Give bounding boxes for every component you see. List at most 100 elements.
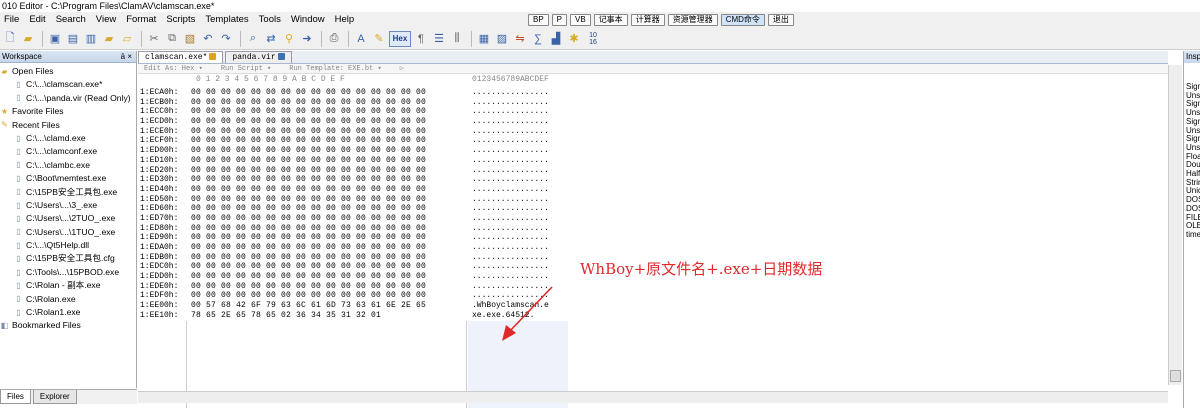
hex-row-bytes[interactable]: 00 00 00 00 00 00 00 00 00 00 00 00 00 0… <box>191 117 426 127</box>
hex-row-ascii[interactable]: ................ <box>472 146 549 156</box>
close-file-icon[interactable]: ▱ <box>119 31 135 47</box>
hex-row-ascii[interactable]: ................ <box>472 204 549 214</box>
find-in-files-icon[interactable]: ⚲ <box>281 31 297 47</box>
hex-row-ascii[interactable]: ................ <box>472 156 549 166</box>
hex-row[interactable]: 1:EE00h: 00 57 68 42 6F 79 63 6C 61 6D 73… <box>138 301 1168 311</box>
tree-group-open-files[interactable]: ▰ Open Files <box>0 65 136 78</box>
hex-row-bytes[interactable]: 00 00 00 00 00 00 00 00 00 00 00 00 00 0… <box>191 195 426 205</box>
hex-row-bytes[interactable]: 00 00 00 00 00 00 00 00 00 00 00 00 00 0… <box>191 262 426 272</box>
font-icon[interactable]: A <box>353 31 369 47</box>
save-as-icon[interactable]: ▤ <box>65 31 81 47</box>
quick-button[interactable]: 资源管理器 <box>667 14 718 26</box>
tree-item-recent-file[interactable]: ▯ C:\Tools\...\15PBOD.exe <box>0 266 136 279</box>
find-icon[interactable]: ⌕ <box>245 31 261 47</box>
tab-files[interactable]: Files <box>0 390 31 404</box>
hex-rows[interactable]: 1:ECA0h: 00 00 00 00 00 00 00 00 00 00 00… <box>138 88 1168 321</box>
hex-row-bytes[interactable]: 00 00 00 00 00 00 00 00 00 00 00 00 00 0… <box>191 243 426 253</box>
run-script-dropdown[interactable]: Run Script ▾ <box>221 64 271 73</box>
hex-row-bytes[interactable]: 00 57 68 42 6F 79 63 6C 61 6D 73 63 61 6… <box>191 301 426 311</box>
menu-edit[interactable]: Edit <box>25 12 51 28</box>
script-icon[interactable]: ✱ <box>566 31 582 47</box>
print-icon[interactable]: ⎙ <box>326 31 342 47</box>
hex-row-ascii[interactable]: ................ <box>472 127 549 137</box>
hex-row-bytes[interactable]: 00 00 00 00 00 00 00 00 00 00 00 00 00 0… <box>191 272 426 282</box>
hex-row-ascii[interactable]: ................ <box>472 107 549 117</box>
hex-row[interactable]: 1:ED00h: 00 00 00 00 00 00 00 00 00 00 00… <box>138 146 1168 156</box>
compare-icon[interactable]: ⇋ <box>512 31 528 47</box>
hex-row-bytes[interactable]: 00 00 00 00 00 00 00 00 00 00 00 00 00 0… <box>191 175 426 185</box>
quick-button[interactable]: BP <box>528 14 549 26</box>
tree-item-recent-file[interactable]: ▯ C:\Users\...\2TUO_.exe <box>0 212 136 225</box>
quick-button[interactable]: 记事本 <box>593 14 628 26</box>
hex-row-ascii[interactable]: ................ <box>472 272 549 282</box>
hex-row[interactable]: 1:ECC0h: 00 00 00 00 00 00 00 00 00 00 00… <box>138 107 1168 118</box>
hex-row-bytes[interactable]: 00 00 00 00 00 00 00 00 00 00 00 00 00 0… <box>191 204 426 214</box>
undo-icon[interactable]: ↶ <box>200 31 216 47</box>
hex-row[interactable]: 1:EDA0h: 00 00 00 00 00 00 00 00 00 00 00… <box>138 243 1168 253</box>
file-tab-clamscan[interactable]: clamscan.exe* <box>138 51 224 63</box>
histogram-icon[interactable]: ▟ <box>548 31 564 47</box>
hex-row[interactable]: 1:ED10h: 00 00 00 00 00 00 00 00 00 00 00… <box>138 155 1168 166</box>
cut-icon[interactable]: ✂ <box>146 31 162 47</box>
vertical-scrollbar[interactable] <box>1168 65 1182 385</box>
quick-button[interactable]: 退出 <box>767 14 794 26</box>
tree-item-recent-file[interactable]: ▯ C:\Users\...\1TUO_.exe <box>0 226 136 239</box>
tree-item-open-file[interactable]: ▯ C:\...\clamscan.exe* <box>0 78 136 91</box>
hex-mode-button[interactable]: Hex <box>389 30 411 47</box>
open-folder-icon[interactable]: ▰ <box>101 31 117 47</box>
template-icon[interactable]: ▨ <box>494 31 510 47</box>
hex-row-bytes[interactable]: 00 00 00 00 00 00 00 00 00 00 00 00 00 0… <box>191 214 426 224</box>
workspace-pin-close-icon[interactable]: ā × <box>121 51 132 63</box>
redo-icon[interactable]: ↷ <box>218 31 234 47</box>
hex-row[interactable]: 1:ED30h: 00 00 00 00 00 00 00 00 00 00 00… <box>138 175 1168 185</box>
hex-row-bytes[interactable]: 00 00 00 00 00 00 00 00 00 00 00 00 00 0… <box>191 224 426 234</box>
hex-row-ascii[interactable]: ................ <box>472 166 549 176</box>
quick-button[interactable]: CMD命令 <box>720 14 765 26</box>
hex-row-ascii[interactable]: ................ <box>472 253 549 263</box>
calculator-icon[interactable]: ▦ <box>476 31 492 47</box>
hex-row[interactable]: 1:EDE0h: 00 00 00 00 00 00 00 00 00 00 00… <box>138 281 1168 292</box>
hex-row-bytes[interactable]: 00 00 00 00 00 00 00 00 00 00 00 00 00 0… <box>191 146 426 156</box>
hex-row-bytes[interactable]: 00 00 00 00 00 00 00 00 00 00 00 00 00 0… <box>191 88 426 98</box>
menu-file[interactable]: File <box>0 12 25 28</box>
hex-row-bytes[interactable]: 00 00 00 00 00 00 00 00 00 00 00 00 00 0… <box>191 166 426 176</box>
columns-icon[interactable]: ☰ <box>431 31 447 47</box>
tree-group-recent-files[interactable]: ✎ Recent Files <box>0 119 136 132</box>
hex-row[interactable]: 1:ED90h: 00 00 00 00 00 00 00 00 00 00 00… <box>138 233 1168 243</box>
tree-item-recent-file[interactable]: ▯ C:\...\clamconf.exe <box>0 145 136 158</box>
checksum-icon[interactable]: ∑ <box>530 31 546 47</box>
hex-row-ascii[interactable]: ................ <box>472 185 549 195</box>
tree-item-recent-file[interactable]: ▯ C:\...\Qt5Help.dll <box>0 239 136 252</box>
hex-row[interactable]: 1:ED40h: 00 00 00 00 00 00 00 00 00 00 00… <box>138 184 1168 195</box>
quick-button[interactable]: VB <box>570 14 591 26</box>
hex-row-ascii[interactable]: ................ <box>472 98 549 108</box>
hex-row[interactable]: 1:ECF0h: 00 00 00 00 00 00 00 00 00 00 00… <box>138 136 1168 147</box>
hex-row[interactable]: 1:ED20h: 00 00 00 00 00 00 00 00 00 00 00… <box>138 165 1168 176</box>
tree-item-recent-file[interactable]: ▯ C:\15PB安全工具包.cfg <box>0 252 136 265</box>
hex-row-bytes[interactable]: 00 00 00 00 00 00 00 00 00 00 00 00 00 0… <box>191 127 426 137</box>
edit-as-dropdown[interactable]: Edit As: Hex ▾ <box>144 64 203 73</box>
tree-item-recent-file[interactable]: ▯ C:\Boot\memtest.exe <box>0 172 136 185</box>
hex-row-bytes[interactable]: 00 00 00 00 00 00 00 00 00 00 00 00 00 0… <box>191 282 426 292</box>
hex-row-bytes[interactable]: 00 00 00 00 00 00 00 00 00 00 00 00 00 0… <box>191 185 426 195</box>
menu-view[interactable]: View <box>92 12 122 28</box>
run-template-dropdown[interactable]: Run Template: EXE.bt ▾ <box>289 64 381 73</box>
save-all-icon[interactable]: ▥ <box>83 31 99 47</box>
tree-item-recent-file[interactable]: ▯ C:\Rolan1.exe <box>0 306 136 319</box>
hex-row[interactable]: 1:ECA0h: 00 00 00 00 00 00 00 00 00 00 00… <box>138 88 1168 98</box>
hex-row-ascii[interactable]: ................ <box>472 195 549 205</box>
hex-row-bytes[interactable]: 00 00 00 00 00 00 00 00 00 00 00 00 00 0… <box>191 291 426 301</box>
tree-item-recent-file[interactable]: ▯ C:\Rolan.exe <box>0 293 136 306</box>
hex-row-bytes[interactable]: 00 00 00 00 00 00 00 00 00 00 00 00 00 0… <box>191 107 426 117</box>
hex-row-ascii[interactable]: ................ <box>472 233 549 243</box>
hex-row-bytes[interactable]: 00 00 00 00 00 00 00 00 00 00 00 00 00 0… <box>191 156 426 166</box>
hex-row-ascii[interactable]: ................ <box>472 214 549 224</box>
hex-row[interactable]: 1:ECE0h: 00 00 00 00 00 00 00 00 00 00 00… <box>138 126 1168 137</box>
tree-item-recent-file[interactable]: ▯ C:\Users\...\3_.exe <box>0 199 136 212</box>
hex-row-bytes[interactable]: 00 00 00 00 00 00 00 00 00 00 00 00 00 0… <box>191 136 426 146</box>
file-tab-panda[interactable]: panda.vir <box>225 51 292 63</box>
base-converter-icon[interactable]: 10 16 <box>584 31 602 47</box>
hex-row-bytes[interactable]: 78 65 2E 65 78 65 02 36 34 35 31 32 01 <box>191 311 381 321</box>
highlight-icon[interactable]: ✎ <box>371 31 387 47</box>
tree-item-recent-file[interactable]: ▯ C:\15PB安全工具包.exe <box>0 186 136 199</box>
